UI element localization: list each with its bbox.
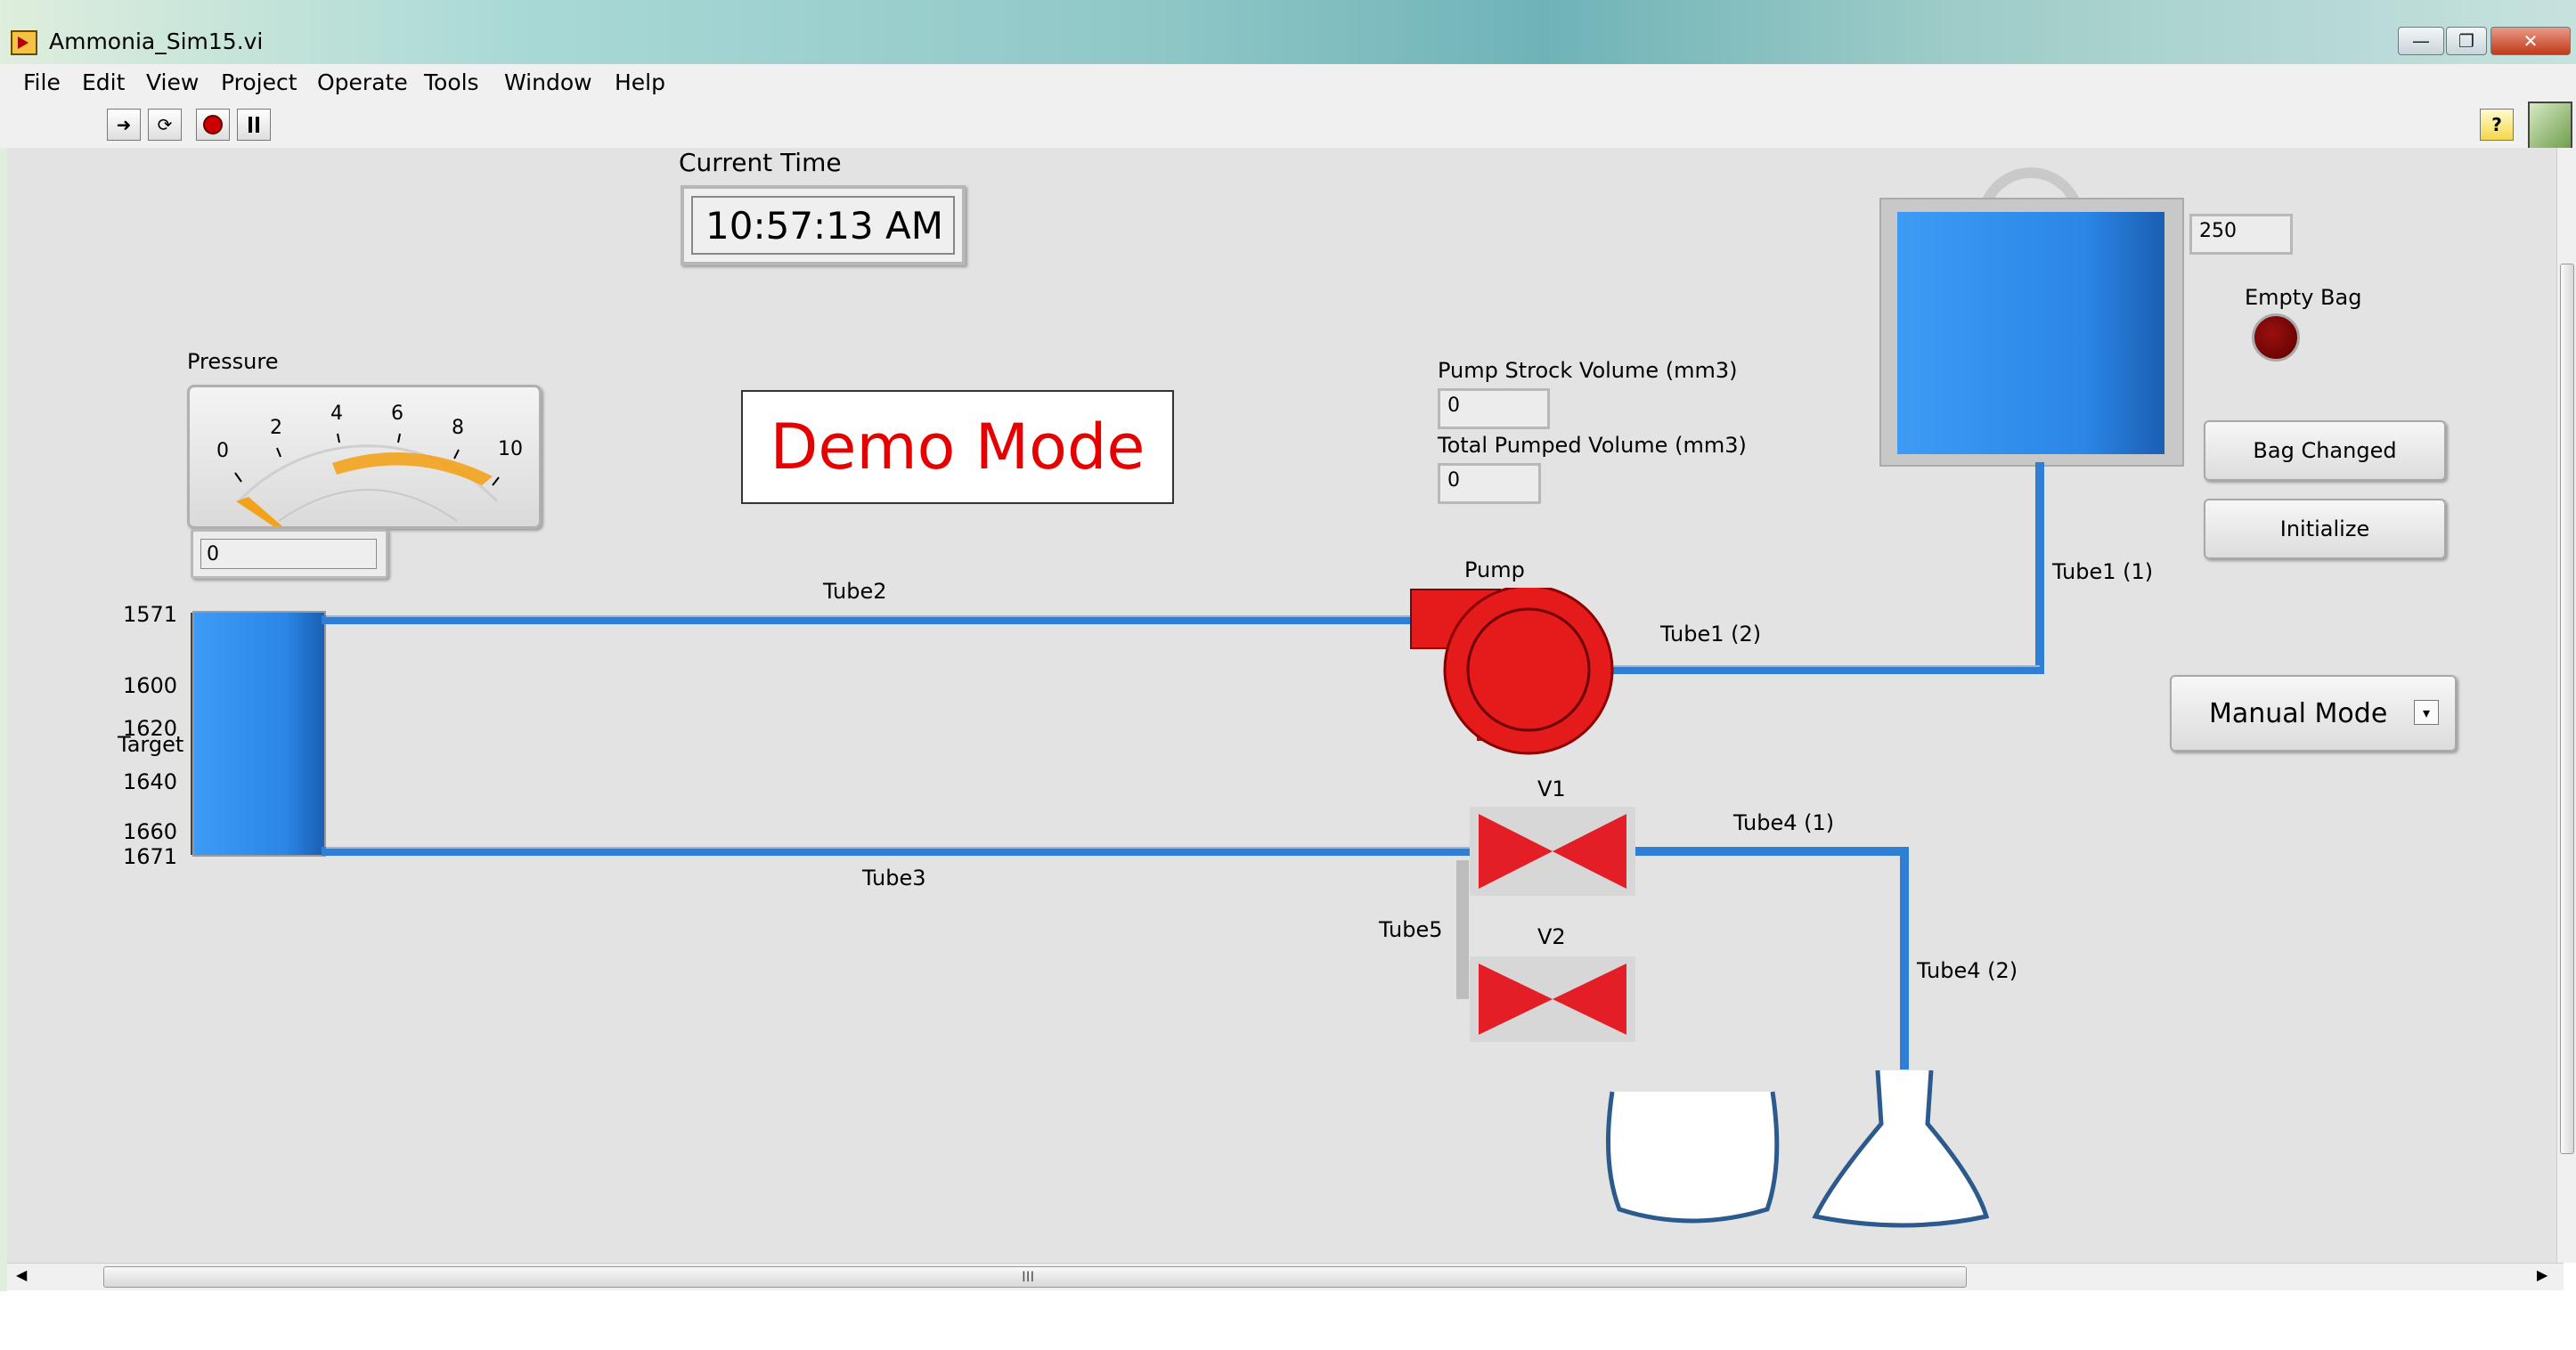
column-scale-tick: 1660	[123, 819, 178, 844]
menu-tools[interactable]: Tools	[424, 69, 479, 95]
pump-stroke-volume-label: Pump Strock Volume (mm3)	[1438, 358, 1738, 383]
horizontal-scroll-thumb[interactable]: III	[103, 1266, 1967, 1288]
toolbar: ➜ ⟳ ?	[0, 102, 2576, 150]
collection-beaker	[1606, 1091, 1780, 1224]
pressure-numeric-frame: 0	[191, 529, 388, 579]
bag-changed-button[interactable]: Bag Changed	[2204, 420, 2446, 481]
pressure-tick-label: 2	[270, 417, 282, 439]
tube1-2-label: Tube1 (2)	[1660, 622, 1762, 647]
total-pumped-volume-value[interactable]: 0	[1438, 463, 1541, 504]
empty-bag-label: Empty Bag	[2245, 285, 2362, 310]
minimize-button[interactable]: —	[2398, 27, 2444, 55]
tube2-label: Tube2	[823, 579, 887, 604]
scroll-grip-icon: III	[1022, 1268, 1035, 1285]
window-title: Ammonia_Sim15.vi	[49, 28, 264, 54]
collection-flask	[1812, 1069, 1990, 1228]
help-icon[interactable]: ?	[2480, 109, 2514, 141]
pressure-tick-label: 10	[498, 438, 523, 460]
menu-help[interactable]: Help	[615, 69, 665, 95]
pressure-tick-label: 0	[216, 440, 229, 462]
bag-tank-level	[1897, 212, 2164, 454]
column-tank	[192, 611, 326, 857]
empty-bag-led	[2252, 313, 2300, 362]
bag-volume-value[interactable]: 250	[2189, 214, 2293, 255]
labview-app-icon	[11, 30, 37, 55]
current-time-display: 10:57:13 AM	[691, 196, 955, 255]
tube1-1-label: Tube1 (1)	[2052, 559, 2154, 584]
current-time-label: Current Time	[679, 148, 842, 177]
valve-v2[interactable]	[1470, 956, 1635, 1042]
abort-icon[interactable]	[196, 109, 230, 141]
pressure-tick-label: 4	[330, 403, 343, 425]
scroll-left-icon[interactable]: ◀	[16, 1266, 27, 1283]
chevron-down-icon[interactable]: ▾	[2414, 700, 2439, 725]
pressure-gauge: 0 2 4 6 8 10	[187, 385, 542, 529]
run-continuous-icon[interactable]: ⟳	[148, 109, 182, 141]
menu-operate[interactable]: Operate	[317, 69, 408, 95]
front-panel: Current Time 10:57:13 AM Demo Mode Press…	[7, 148, 2564, 1263]
scroll-right-icon[interactable]: ▶	[2537, 1266, 2547, 1283]
tube5-label: Tube5	[1379, 917, 1443, 942]
pressure-numeric[interactable]: 0	[200, 539, 377, 569]
pump-icon[interactable]	[1404, 588, 1635, 766]
mode-selector-value: Manual Mode	[2209, 697, 2388, 729]
column-scale-tick: 1671	[123, 844, 178, 869]
initialize-button[interactable]: Initialize	[2204, 499, 2446, 559]
current-time-frame: 10:57:13 AM	[681, 185, 966, 265]
menu-bar: File Edit View Project Operate Tools Win…	[0, 64, 2576, 102]
pump-label: Pump	[1464, 557, 1525, 582]
column-scale-axis	[182, 613, 192, 855]
pressure-needle	[236, 497, 282, 526]
tube4-1-label: Tube4 (1)	[1733, 810, 1835, 835]
valve-v1[interactable]	[1470, 807, 1635, 896]
column-scale-tick: 1640	[123, 769, 178, 794]
menu-window[interactable]: Window	[504, 69, 592, 95]
menu-view[interactable]: View	[146, 69, 199, 95]
run-arrow-icon[interactable]: ➜	[107, 109, 141, 141]
menu-edit[interactable]: Edit	[82, 69, 125, 95]
demo-mode-indicator: Demo Mode	[741, 390, 1174, 504]
pump-stroke-volume-value[interactable]: 0	[1438, 388, 1550, 429]
vi-icon	[2528, 102, 2572, 150]
pause-icon[interactable]	[237, 109, 271, 141]
bag-tank-frame	[1879, 198, 2184, 467]
window-left-edge	[0, 148, 7, 1350]
menu-project[interactable]: Project	[221, 69, 298, 95]
vertical-scrollbar[interactable]	[2556, 148, 2576, 1263]
menu-file[interactable]: File	[23, 69, 61, 95]
valve-v2-label: V2	[1537, 924, 1566, 949]
total-pumped-volume-label: Total Pumped Volume (mm3)	[1438, 433, 1747, 458]
pressure-tick-label: 6	[391, 403, 404, 425]
labview-window: Ammonia_Sim15.vi — ❐ ✕ File Edit View Pr…	[0, 0, 2576, 1350]
column-scale-tick: 1600	[123, 673, 178, 698]
tube4-2-label: Tube4 (2)	[1917, 958, 2018, 983]
window-bottom-area	[0, 1291, 2576, 1350]
title-bar: Ammonia_Sim15.vi — ❐ ✕	[0, 0, 2576, 64]
vertical-scroll-thumb[interactable]	[2560, 264, 2574, 1154]
mode-selector[interactable]: Manual Mode ▾	[2170, 675, 2457, 752]
tube3-label: Tube3	[862, 866, 926, 891]
pressure-label: Pressure	[187, 349, 279, 374]
horizontal-scrollbar[interactable]: ◀ III ▶	[7, 1263, 2564, 1290]
column-target-label: Target	[118, 732, 184, 757]
column-scale-tick: 1571	[123, 602, 178, 627]
valve-v1-label: V1	[1537, 777, 1566, 801]
pressure-tick-label: 8	[452, 417, 464, 439]
pressure-gauge-dial: 0 2 4 6 8 10	[216, 403, 523, 526]
restore-button[interactable]: ❐	[2446, 27, 2487, 55]
close-button[interactable]: ✕	[2490, 27, 2571, 55]
